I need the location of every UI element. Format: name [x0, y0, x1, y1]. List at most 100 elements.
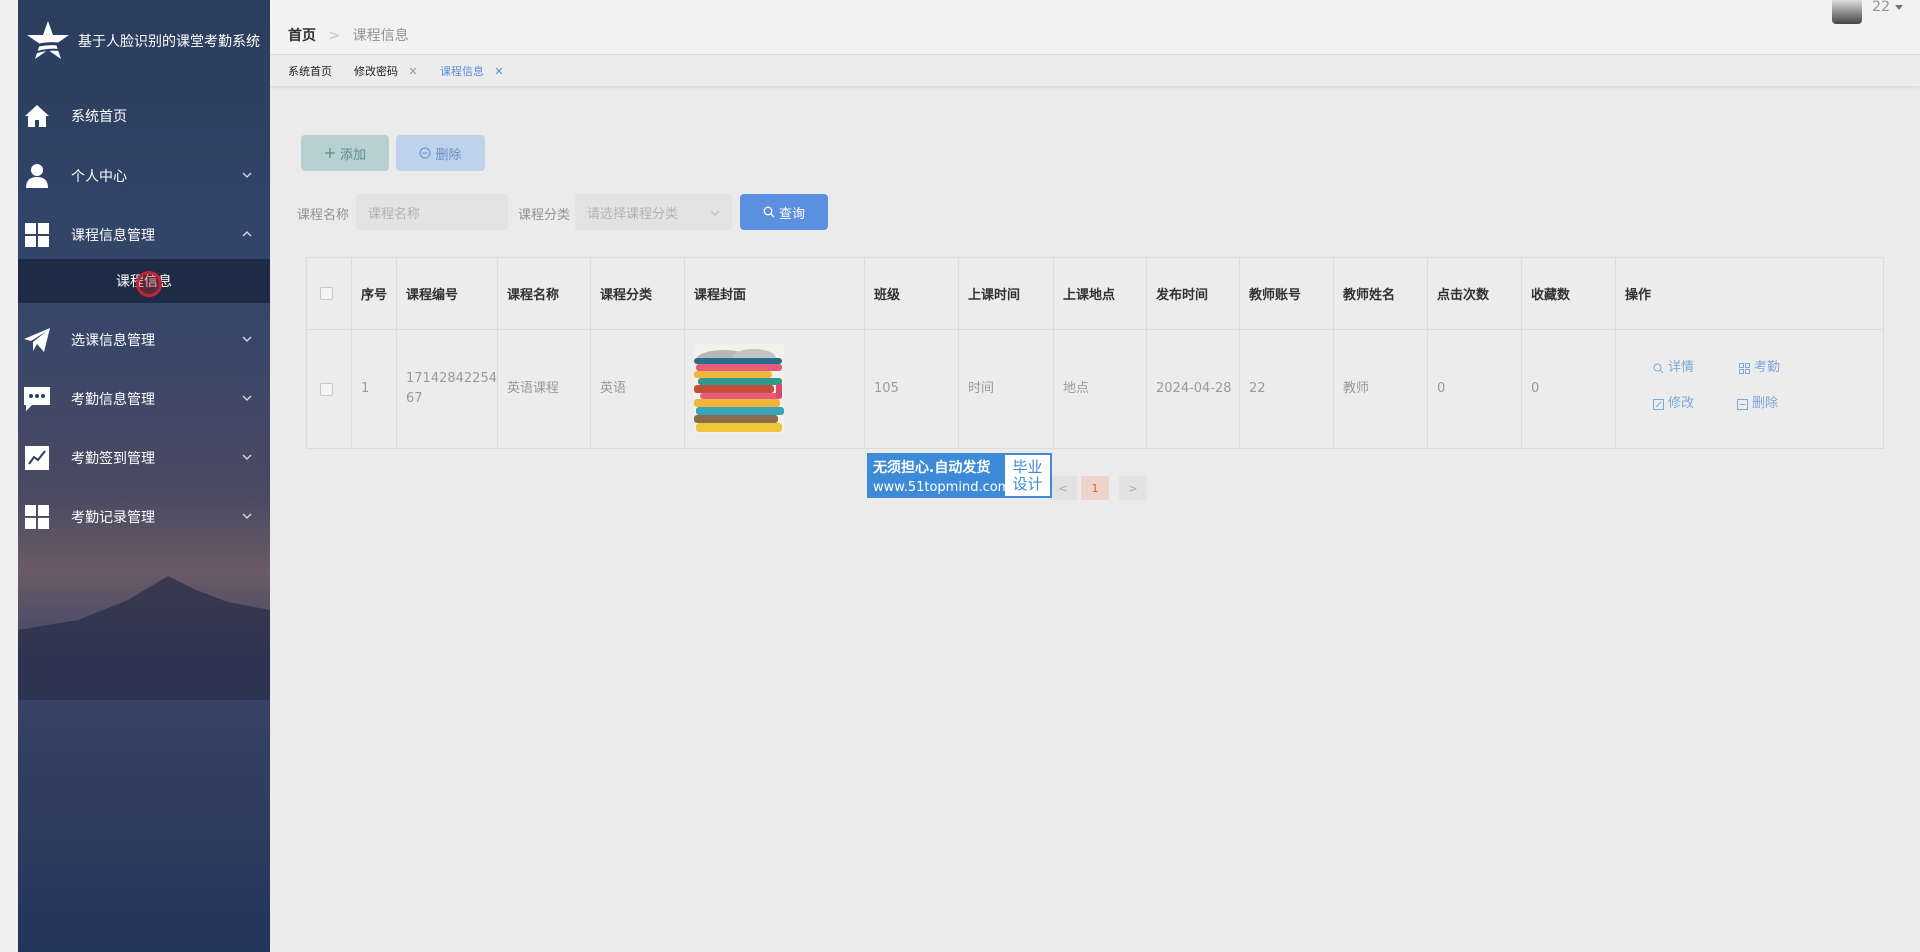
table-row: 1 17142842254 67 英语课程 英语 105 时间 地点 2024-… [307, 330, 1883, 448]
watermark-badge-line2: 设计 [1012, 474, 1043, 493]
header-cell: 班级 [865, 258, 959, 329]
course-table: 序号 课程编号 课程名称 课程分类 课程封面 班级 上课时间 上课地点 发布时间… [306, 257, 1884, 449]
cell-course-category: 英语 [591, 330, 685, 448]
checkbox[interactable] [320, 287, 333, 300]
cell-favorites: 0 [1522, 330, 1616, 448]
search-icon [1653, 363, 1664, 373]
course-cover-image[interactable] [694, 344, 784, 434]
search-button[interactable]: 查询 [740, 194, 828, 230]
search-button-label: 查询 [778, 206, 805, 222]
close-icon[interactable]: ✕ [408, 65, 418, 78]
username[interactable]: 22 [1872, 0, 1890, 14]
sidebar-item-label: 考勤记录管理 [71, 510, 155, 526]
edit-button-label: 修改 [1668, 396, 1695, 411]
add-button[interactable]: 添加 [301, 135, 389, 171]
breadcrumb-home[interactable]: 首页 [288, 28, 316, 44]
sidebar-item-profile[interactable]: 个人中心 [18, 151, 270, 201]
grid-icon [22, 220, 52, 250]
app-title: 基于人脸识别的课堂考勤系统 [78, 34, 260, 50]
row-select[interactable] [307, 330, 352, 448]
home-icon [22, 101, 52, 131]
sidebar-item-attendance-record-management[interactable]: 考勤记录管理 [18, 492, 270, 542]
course-code-line: 17142842254 [406, 371, 497, 386]
star-logo-icon [22, 16, 74, 66]
tab-label: 课程信息 [440, 65, 484, 78]
sidebar-item-label: 选课信息管理 [71, 333, 155, 349]
user-icon [22, 161, 52, 191]
breadcrumb-separator: > [328, 28, 341, 44]
avatar[interactable] [1832, 0, 1863, 24]
sidebar-item-label: 个人中心 [71, 169, 127, 185]
watermark-banner: 无须担心.自动发货 www.51topmind.com 毕业 设计 [867, 453, 1052, 498]
sidebar-item-home[interactable]: 系统首页 [18, 91, 270, 141]
caret-down-icon[interactable] [1894, 3, 1904, 13]
watermark-line1: 无须担心.自动发货 [873, 459, 991, 476]
submenu-item-course-info[interactable]: 课程信息 [18, 259, 270, 303]
header-cell: 课程封面 [685, 258, 865, 329]
header-cell: 课程分类 [591, 258, 685, 329]
tabs-bar: 系统首页 修改密码 ✕ 课程信息 ✕ [270, 56, 1920, 87]
cell-actions: 详情 考勤 修改 删除 [1616, 330, 1883, 448]
course-category-select[interactable]: 请选择课程分类 [575, 194, 732, 230]
edit-button[interactable]: 修改 [1653, 394, 1694, 414]
detail-button-label: 详情 [1668, 360, 1695, 375]
cell-clicks: 0 [1428, 330, 1522, 448]
chevron-up-icon [242, 231, 252, 237]
header-cell: 上课地点 [1054, 258, 1147, 329]
course-name-input[interactable]: 课程名称 [356, 194, 508, 230]
chevron-down-icon [242, 336, 252, 342]
grid-icon [22, 502, 52, 532]
detail-button[interactable]: 详情 [1653, 358, 1694, 378]
cell-teacher-account: 22 [1240, 330, 1334, 448]
cell-publish-time: 2024-04-28 [1147, 330, 1240, 448]
page-number-current[interactable]: 1 [1081, 476, 1109, 500]
chevron-down-icon [242, 454, 252, 460]
delete-button-label: 删除 [435, 147, 462, 163]
topbar: 首页 > 课程信息 22 [270, 0, 1920, 55]
prev-page-button[interactable]: < [1049, 476, 1077, 500]
header-cell: 操作 [1625, 288, 1652, 303]
header-cell: 课程编号 [397, 258, 498, 329]
sidebar-item-attendance-info-management[interactable]: 考勤信息管理 [18, 374, 270, 424]
next-page-button[interactable]: > [1119, 476, 1147, 500]
chart-icon [22, 443, 52, 473]
mountain-background [18, 576, 270, 700]
tab-home[interactable]: 系统首页 [288, 56, 332, 86]
course-category-label: 课程分类 [518, 208, 571, 223]
message-icon [22, 384, 52, 414]
watermark-line2: www.51topmind.com [873, 479, 1011, 495]
chevron-down-icon [242, 172, 252, 178]
cell-course-code: 17142842254 67 [397, 330, 498, 448]
table-header: 序号 课程编号 课程名称 课程分类 课程封面 班级 上课时间 上课地点 发布时间… [307, 258, 1883, 330]
course-code-line: 67 [406, 391, 423, 406]
chevron-down-icon [242, 513, 252, 519]
tab-label: 修改密码 [354, 65, 398, 78]
tab-change-password[interactable]: 修改密码 ✕ [354, 56, 418, 86]
user-menu[interactable]: 22 [1832, 0, 1904, 24]
sidebar-item-enrollment-management[interactable]: 选课信息管理 [18, 315, 270, 365]
send-icon [22, 325, 52, 355]
plus-icon [324, 148, 335, 158]
cell-class-place: 地点 [1054, 330, 1147, 448]
header-cell: 序号 [352, 258, 397, 329]
checkbox[interactable] [320, 382, 333, 396]
watermark-badge-line1: 毕业 [1012, 457, 1043, 476]
breadcrumb-current: 课程信息 [352, 28, 409, 44]
sidebar-item-course-management[interactable]: 课程信息管理 [18, 210, 270, 260]
cursor-highlight [136, 271, 162, 297]
edit-icon [1653, 398, 1664, 410]
left-gutter [0, 0, 18, 952]
sidebar-item-label: 考勤签到管理 [71, 451, 155, 467]
tab-course-info[interactable]: 课程信息 ✕ [440, 56, 504, 86]
close-icon[interactable]: ✕ [494, 65, 504, 78]
course-name-placeholder: 课程名称 [368, 206, 421, 222]
header-select-all[interactable] [307, 258, 352, 329]
sidebar-item-checkin-management[interactable]: 考勤签到管理 [18, 433, 270, 483]
cell-index: 1 [352, 330, 397, 448]
attendance-button[interactable]: 考勤 [1739, 358, 1780, 378]
row-delete-button[interactable]: 删除 [1737, 394, 1778, 414]
delete-button[interactable]: 删除 [396, 135, 485, 171]
header-cell: 点击次数 [1428, 258, 1522, 329]
watermark-badge: 毕业 设计 [1005, 455, 1050, 496]
brand: 基于人脸识别的课堂考勤系统 [22, 16, 270, 66]
